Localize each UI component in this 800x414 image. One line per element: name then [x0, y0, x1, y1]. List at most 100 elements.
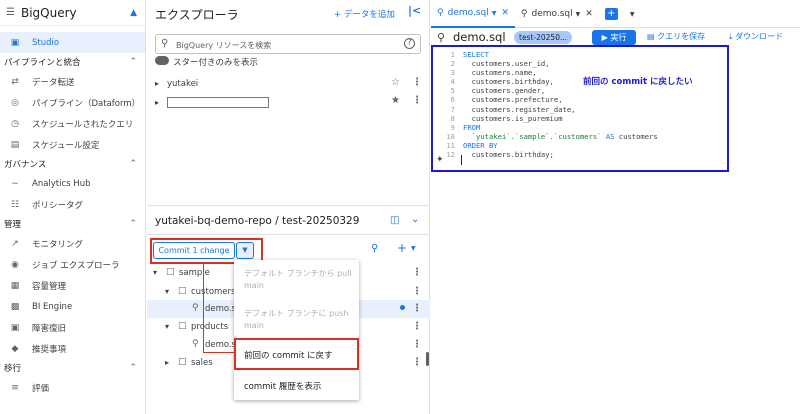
run-button[interactable]: ▶ 実行 [592, 30, 636, 45]
nav-label: ポリシータグ [32, 200, 84, 211]
nav-item-schedule-settings[interactable]: ▤ スケジュール設定 [0, 134, 145, 155]
help-icon[interactable]: ? [404, 38, 415, 49]
download-button[interactable]: ⤓ ダウンロード [729, 31, 783, 42]
menu-icon[interactable]: ☰ [6, 7, 15, 18]
annotation-text: 前回の commit に戻したい [583, 77, 693, 87]
star-filled-icon[interactable]: ★ [391, 95, 400, 106]
plus-icon: + [604, 8, 618, 20]
nav-label: 容量管理 [32, 281, 67, 292]
left-nav: ☰ BigQuery ▲ ▣ Studio パイプラインと統合 ⌃ ⇄ データ転送 ◎… [0, 0, 146, 414]
star-outline-icon[interactable]: ☆ [391, 77, 400, 88]
nav-item-data-transfer[interactable]: ⇄ データ転送 [0, 71, 145, 92]
search-input[interactable]: ⚲ BigQuery リソースを検索 ? [155, 34, 421, 54]
close-icon[interactable]: ✕ [585, 9, 593, 19]
code-text: customers.prefecture, [463, 95, 563, 105]
pipeline-icon: ◎ [11, 97, 19, 108]
code-line: 11 ORDER BY [433, 141, 658, 150]
menu-item-history[interactable]: commit 履歴を表示 [244, 380, 321, 392]
open-icon[interactable]: ◫ [390, 215, 399, 226]
commit-button[interactable]: Commit 1 change [153, 242, 235, 259]
nav-item-job-explorer[interactable]: ◉ ジョブ エクスプローラ [0, 254, 145, 275]
more-icon[interactable]: ⋮ [412, 267, 422, 278]
add-data-button[interactable]: + データを追加 [334, 8, 395, 20]
starred-toggle[interactable] [155, 56, 169, 65]
save-label: クエリを保存 [657, 32, 706, 41]
commit-dropdown-menu: デフォルト ブランチから pull main デフォルト ブランチに push … [234, 260, 359, 400]
section-pipelines[interactable]: パイプラインと統合 ⌃ [0, 53, 145, 71]
nav-label: 推奨事項 [32, 344, 67, 355]
commit-menu-button[interactable]: ▼ [236, 242, 254, 259]
nav-item-capacity[interactable]: ▦ 容量管理 [0, 275, 145, 296]
tab-label: demo.sql [531, 9, 573, 19]
text-cursor [461, 155, 462, 165]
code-text: customers.gender, [463, 86, 546, 96]
tree-toggle[interactable]: ▸ [165, 358, 169, 367]
magic-wand-icon[interactable]: ✦ [436, 155, 444, 165]
branch-chip[interactable]: test-20250... [514, 31, 573, 44]
menu-item-revert[interactable]: 前回の commit に戻す [244, 349, 333, 361]
close-icon[interactable]: ✕ [501, 8, 509, 18]
line-number: 1 [450, 50, 455, 59]
repo-title: yutakei-bq-demo-repo / test-20250329 [155, 215, 360, 227]
more-icon[interactable]: ⋮ [412, 77, 422, 88]
redacted-project[interactable] [167, 97, 269, 108]
chevron-down-icon[interactable]: ⌄ [411, 214, 419, 225]
chevron-down-icon[interactable]: ▼ [576, 11, 581, 18]
nav-item-monitoring[interactable]: ↗ モニタリング [0, 233, 145, 254]
tree-toggle[interactable]: ▾ [153, 268, 157, 277]
section-admin[interactable]: 管理 ⌃ [0, 215, 145, 233]
query-file-icon: ⚲ [520, 9, 528, 19]
more-icon[interactable]: ⋮ [412, 286, 422, 297]
tree-folder-customers[interactable]: customers [191, 287, 235, 297]
starred-label: スター付きのみを表示 [173, 58, 259, 68]
nav-item-evaluation[interactable]: ≡ 評価 [0, 377, 145, 398]
more-icon[interactable]: ⋮ [412, 357, 422, 368]
nav-item-studio[interactable]: ▣ Studio [0, 32, 145, 53]
modified-dot [400, 305, 405, 310]
tab-menu-button[interactable]: ▼ [624, 0, 641, 28]
pin-icon[interactable]: ▲ [130, 8, 137, 18]
line-number: 9 [450, 122, 455, 132]
code-line: 2 customers.user_id, [433, 59, 658, 68]
save-query-button[interactable]: ▤ クエリを保存 [647, 31, 705, 42]
nav-item-bi-engine[interactable]: ▩ BI Engine [0, 296, 145, 317]
nav-item-policy-tags[interactable]: ☷ ポリシータグ [0, 194, 145, 215]
section-label: ガバナンス [4, 160, 47, 170]
nav-label: スケジュール設定 [32, 140, 100, 151]
section-governance[interactable]: ガバナンス ⌃ [0, 155, 145, 173]
query-file-icon: ⚲ [192, 303, 199, 313]
nav-label: データ転送 [32, 77, 75, 88]
project-name[interactable]: yutakei [167, 79, 198, 89]
tree-toggle[interactable]: ▾ [165, 322, 169, 331]
nav-item-analytics-hub[interactable]: ∼ Analytics Hub [0, 173, 145, 194]
nav-item-recommendations[interactable]: ◆ 推奨事項 [0, 338, 145, 359]
code-editor[interactable]: 1 SELECT 2 customers.user_id, 3 customers.n… [431, 45, 729, 172]
section-migration[interactable]: 移行 ⌃ [0, 359, 145, 377]
expand-icon[interactable]: ▸ [155, 79, 159, 88]
tree-folder-products[interactable]: products [191, 322, 228, 332]
add-file-button[interactable]: + [397, 241, 407, 255]
nav-item-disaster-recovery[interactable]: ▣ 障害復旧 [0, 317, 145, 338]
line-number: 4 [450, 77, 455, 87]
tree-folder-sales[interactable]: sales [191, 358, 213, 368]
more-icon[interactable]: ⋮ [412, 321, 422, 332]
nav-item-scheduled-queries[interactable]: ◷ スケジュールされたクエリ [0, 113, 145, 134]
more-icon[interactable]: ⋮ [412, 303, 422, 314]
nav-item-pipeline[interactable]: ◎ パイプライン（Dataform） [0, 92, 145, 113]
tree-file-demo-customers[interactable]: demo.s [205, 304, 236, 314]
tree-folder-sample[interactable]: sample [179, 268, 210, 278]
collapse-icon[interactable]: |< [408, 4, 421, 17]
expand-icon[interactable]: ▸ [155, 98, 159, 107]
chevron-down-icon[interactable]: ▼ [492, 10, 497, 17]
search-icon[interactable]: ⚲ [371, 243, 378, 254]
tree-toggle[interactable]: ▾ [165, 287, 169, 296]
more-icon[interactable]: ⋮ [412, 339, 422, 350]
chevron-down-icon[interactable]: ▼ [411, 245, 416, 252]
bulb-icon: ◆ [11, 343, 19, 354]
tab-demo-sql-active[interactable]: ⚲ demo.sql ▼ ✕ [431, 0, 515, 28]
scrollbar[interactable] [426, 352, 429, 366]
new-tab-button[interactable]: + [599, 0, 624, 28]
more-icon[interactable]: ⋮ [412, 95, 422, 106]
tab-demo-sql[interactable]: ⚲ demo.sql ▼ ✕ [515, 0, 599, 28]
tree-file-demo-products[interactable]: demo.s [205, 340, 236, 350]
